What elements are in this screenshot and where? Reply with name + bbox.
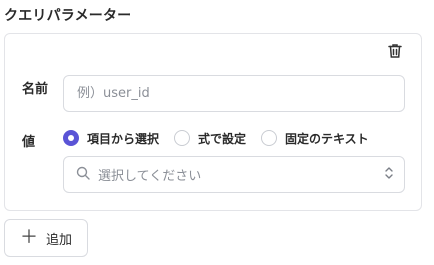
delete-param-button[interactable]	[386, 44, 404, 62]
add-param-button[interactable]: ＋ 追加	[4, 219, 88, 257]
query-param-card: 名前 値 項目から選択 式で設定 固定のテキスト 選択してください	[4, 33, 422, 211]
add-label: 追加	[45, 232, 72, 248]
name-input[interactable]	[63, 75, 405, 112]
trash-icon	[388, 43, 402, 63]
search-icon	[76, 165, 90, 184]
radio-label: 式で設定	[198, 131, 247, 146]
radio-unchecked-icon	[261, 130, 278, 146]
chevron-up-down-icon	[384, 165, 394, 184]
select-placeholder: 選択してください	[98, 169, 202, 184]
radio-checked-icon	[63, 130, 79, 146]
field-select[interactable]: 選択してください	[63, 156, 405, 193]
plus-icon: ＋	[19, 227, 38, 248]
value-label: 値	[22, 135, 36, 150]
radio-label: 固定のテキスト	[285, 131, 369, 146]
value-mode-group: 項目から選択 式で設定 固定のテキスト	[63, 129, 384, 147]
radio-unchecked-icon	[174, 130, 191, 146]
radio-select-field[interactable]: 項目から選択	[63, 130, 159, 147]
radio-fixed-text[interactable]: 固定のテキスト	[261, 130, 369, 147]
name-label: 名前	[22, 82, 49, 97]
section-title: クエリパラメーター	[4, 8, 132, 24]
radio-expression[interactable]: 式で設定	[174, 130, 246, 147]
radio-label: 項目から選択	[87, 131, 160, 146]
